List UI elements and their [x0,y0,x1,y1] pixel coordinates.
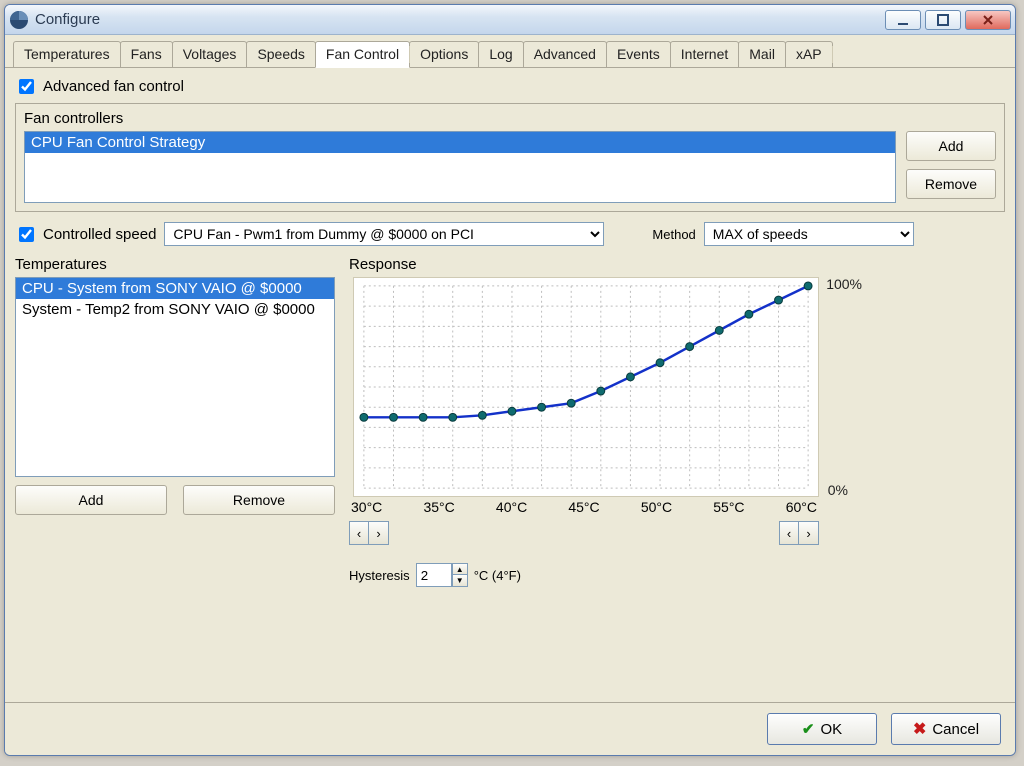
close-button[interactable] [965,10,1011,30]
list-item[interactable]: System - Temp2 from SONY VAIO @ $0000 [16,299,334,320]
app-icon [9,10,29,30]
method-select[interactable]: MAX of speeds [704,222,914,246]
advanced-fan-control-input[interactable] [19,79,34,94]
hysteresis-label: Hysteresis [349,568,410,583]
controlled-speed-checkbox[interactable]: Controlled speed [15,224,156,245]
hysteresis-unit: °C (4°F) [474,568,521,583]
tab-voltages[interactable]: Voltages [172,41,248,67]
tab-fan-control[interactable]: Fan Control [315,41,410,68]
tab-advanced[interactable]: Advanced [523,41,607,67]
chart-x-labels: 30°C 35°C 40°C 45°C 50°C 55°C 60°C [349,499,819,515]
list-item[interactable]: CPU Fan Control Strategy [25,132,895,153]
x-range-left-inc[interactable]: › [369,521,389,545]
ok-label: OK [820,721,842,738]
temperatures-list[interactable]: CPU - System from SONY VAIO @ $0000Syste… [15,277,335,477]
controlled-speed-label: Controlled speed [43,226,156,243]
window-title: Configure [35,11,885,28]
titlebar: Configure [5,5,1015,35]
minimize-button[interactable] [885,10,921,30]
temperatures-add-button[interactable]: Add [15,485,167,515]
chart-x-tick: 60°C [786,499,817,515]
temperatures-remove-button[interactable]: Remove [183,485,335,515]
fan-controllers-list[interactable]: CPU Fan Control Strategy [24,131,896,203]
advanced-fan-control-checkbox[interactable]: Advanced fan control [15,76,1005,97]
controlled-speed-input[interactable] [19,227,34,242]
cross-icon: ✖ [913,719,926,739]
cancel-button[interactable]: ✖ Cancel [891,713,1001,745]
tab-events[interactable]: Events [606,41,671,67]
response-title: Response [349,256,1005,273]
hysteresis-input[interactable] [416,563,452,587]
chart-x-tick: 45°C [568,499,599,515]
fan-controllers-remove-button[interactable]: Remove [906,169,996,199]
x-range-right-dec[interactable]: ‹ [779,521,799,545]
chart-x-tick: 40°C [496,499,527,515]
tab-strip: TemperaturesFansVoltagesSpeedsFan Contro… [5,35,1015,68]
hysteresis-down[interactable]: ▼ [452,575,468,587]
hysteresis-spinner[interactable]: ▲ ▼ [416,563,468,587]
ok-button[interactable]: ✔ OK [767,713,877,745]
chart-x-tick: 50°C [641,499,672,515]
chart-y-top-label: 100% [826,276,862,292]
response-chart[interactable]: 100% 0% [353,277,819,497]
tab-internet[interactable]: Internet [670,41,739,67]
chart-x-tick: 35°C [423,499,454,515]
fan-controllers-add-button[interactable]: Add [906,131,996,161]
tab-options[interactable]: Options [409,41,479,67]
chart-y-bottom-label: 0% [828,482,848,498]
temperatures-title: Temperatures [15,256,335,273]
x-range-right-inc[interactable]: › [799,521,819,545]
tab-log[interactable]: Log [478,41,523,67]
tab-fans[interactable]: Fans [120,41,173,67]
check-icon: ✔ [802,720,815,738]
hysteresis-up[interactable]: ▲ [452,563,468,575]
tab-temperatures[interactable]: Temperatures [13,41,121,67]
cancel-label: Cancel [932,721,979,738]
x-range-left-dec[interactable]: ‹ [349,521,369,545]
fan-controllers-title: Fan controllers [24,110,996,127]
tab-speeds[interactable]: Speeds [246,41,315,67]
list-item[interactable]: CPU - System from SONY VAIO @ $0000 [16,278,334,299]
chart-x-tick: 55°C [713,499,744,515]
tab-mail[interactable]: Mail [738,41,786,67]
controlled-speed-select[interactable]: CPU Fan - Pwm1 from Dummy @ $0000 on PCI [164,222,604,246]
method-label: Method [652,227,695,242]
tab-xap[interactable]: xAP [785,41,833,67]
advanced-fan-control-label: Advanced fan control [43,78,184,95]
chart-x-tick: 30°C [351,499,382,515]
maximize-button[interactable] [925,10,961,30]
